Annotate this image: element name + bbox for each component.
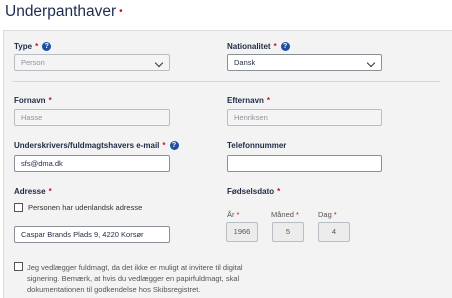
birth-day-label: Dag *	[318, 210, 337, 219]
required-marker: *	[48, 96, 52, 105]
help-icon[interactable]: ?	[169, 141, 179, 150]
first-name-label: Fornavn *	[14, 96, 52, 105]
required-dot: •	[119, 6, 123, 17]
required-marker: *	[273, 42, 277, 51]
section-divider	[12, 81, 440, 82]
phone-label-text: Telefonnummer	[227, 141, 287, 150]
nationality-label-text: Nationalitet	[227, 42, 271, 51]
birth-month-input[interactable]: 5	[272, 222, 304, 242]
required-marker: *	[266, 96, 271, 105]
type-select[interactable]: Person	[14, 54, 170, 71]
chevron-down-icon	[154, 58, 164, 68]
birth-year-input[interactable]: 1966	[226, 222, 258, 242]
nationality-select[interactable]: Dansk	[227, 54, 382, 71]
nationality-label: Nationalitet *?	[227, 42, 290, 51]
birthdate-label-text: Fødselsdato	[227, 187, 275, 196]
birth-day-label-text: Dag	[318, 210, 332, 219]
required-marker: *	[162, 141, 166, 150]
last-name-input[interactable]: Henriksen	[227, 109, 382, 126]
required-marker: *	[48, 187, 52, 196]
phone-label: Telefonnummer	[227, 141, 286, 150]
required-marker: *	[35, 42, 39, 51]
birth-month-label-text: Måned	[271, 210, 294, 219]
birth-year-label-text: År	[227, 210, 235, 219]
required-marker: *	[277, 187, 281, 196]
first-name-label-text: Fornavn	[14, 96, 46, 105]
type-label-text: Type	[14, 42, 33, 51]
birthdate-label: Fødselsdato *	[227, 187, 280, 196]
birth-year-label: År *	[227, 210, 239, 219]
address-label: Adresse *	[14, 187, 52, 196]
required-marker: *	[333, 210, 337, 219]
phone-input[interactable]	[227, 155, 382, 172]
page-title: Underpanthaver •	[5, 3, 123, 21]
birth-month-label: Måned *	[271, 210, 299, 219]
address-label-text: Adresse	[14, 187, 46, 196]
type-label: Type *?	[14, 42, 52, 51]
foreign-address-checkbox-label: Personen har udenlandsk adresse	[28, 203, 143, 212]
address-input[interactable]: Caspar Brands Plads 9, 4220 Korsør	[14, 226, 170, 243]
chevron-down-icon	[366, 58, 376, 68]
help-icon[interactable]: ?	[280, 42, 290, 51]
last-name-label: Efternavn *	[227, 96, 270, 105]
email-input[interactable]: sfs@dma.dk	[14, 155, 170, 172]
required-marker: *	[236, 210, 240, 219]
last-name-label-text: Efternavn	[227, 96, 264, 105]
email-label-text: Underskrivers/fuldmagtshavers e-mail	[14, 141, 160, 150]
required-marker: *	[295, 210, 299, 219]
type-select-value: Person	[21, 58, 45, 67]
birth-day-input[interactable]: 4	[318, 222, 350, 242]
proxy-note: Jeg vedlægger fuldmagt, da det ikke er m…	[27, 263, 243, 294]
help-icon[interactable]: ?	[42, 42, 52, 51]
proxy-checkbox[interactable]	[14, 262, 23, 271]
email-label: Underskrivers/fuldmagtshavers e-mail *?	[14, 141, 179, 150]
foreign-address-checkbox[interactable]	[14, 203, 23, 212]
page-title-text: Underpanthaver	[5, 3, 117, 20]
nationality-select-value: Dansk	[234, 58, 256, 67]
first-name-input[interactable]: Hasse	[14, 109, 170, 126]
